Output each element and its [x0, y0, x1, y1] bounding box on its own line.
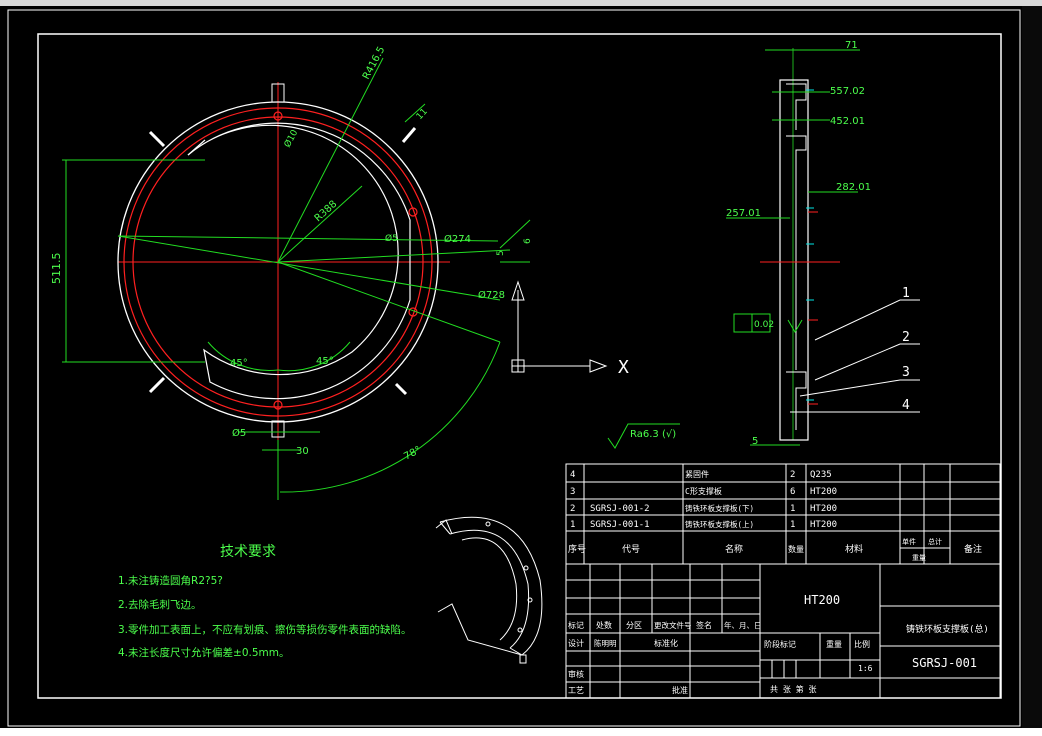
balloon-2: 2 [902, 330, 910, 345]
tb-lbl-date: 年、月、日 [724, 620, 762, 630]
balloon-4: 4 [902, 398, 910, 413]
tb-lbl-mark: 标记 [568, 620, 584, 630]
bom-r2-seq: 2 [570, 504, 575, 514]
side-dim-top: 71 [845, 40, 858, 51]
bom-hdr-remark: 备注 [964, 543, 982, 555]
side-dim-282: 282.01 [836, 182, 871, 193]
dim-bottom-hole: Ø5 [232, 427, 246, 439]
bom-r1-name: 铸铁环板支撑板(上) [685, 519, 754, 529]
bom-r3-name: C形支撑板 [685, 486, 722, 496]
bom-r4-mat: Q235 [810, 470, 832, 480]
dim-45-right: 45° [316, 356, 334, 367]
side-dim-bottom: 5 [752, 436, 758, 447]
tb-lbl-design: 设计 [568, 638, 584, 648]
roughness-text: Ra6.3 (√) [630, 429, 676, 440]
bom-hdr-material: 材料 [845, 543, 863, 555]
bom-r1-seq: 1 [570, 520, 575, 530]
bom-r3-qty: 6 [790, 487, 795, 497]
bom-r3-seq: 3 [570, 487, 575, 497]
bom-r3-mat: HT200 [810, 487, 837, 497]
dim-6: 6 [523, 238, 533, 244]
flatness-tolerance: 0.02 [754, 320, 774, 330]
bom-r2-name: 铸铁环板支撑板(下) [685, 503, 754, 513]
tb-lbl-audit: 审核 [568, 669, 584, 679]
dim-45-left: 45° [230, 358, 248, 369]
balloon-3: 3 [902, 365, 910, 380]
tech-req-2: 2.去除毛刺飞边。 [118, 598, 202, 611]
tech-req-title: 技术要求 [220, 544, 276, 560]
tb-lbl-approve: 批准 [672, 685, 688, 695]
cad-drawing: R416.5 11 Ø10 R388 Ø5 Ø274 5 Ø728 6 511.… [0, 0, 1042, 736]
tb-drawing-no: SGRSJ-001 [912, 656, 977, 670]
tb-lbl-count: 处数 [596, 620, 612, 630]
side-dim-557: 557.02 [830, 86, 865, 97]
bom-hdr-total: 总计 [928, 537, 942, 546]
bom-hdr-unit: 单件 [902, 537, 916, 546]
tech-req-1: 1.未注铸造圆角R2?5? [118, 574, 223, 587]
dim-511: 511.5 [50, 253, 63, 285]
dim-dia-728: Ø728 [478, 289, 505, 301]
bom-r1-code: SGRSJ-001-1 [590, 520, 650, 530]
right-edge [1022, 6, 1042, 736]
tb-lbl-zone: 分区 [626, 621, 642, 630]
bom-r4-seq: 4 [570, 470, 575, 480]
bom-r4-qty: 2 [790, 470, 795, 480]
tb-scale: 1:6 [858, 664, 873, 673]
tb-lbl-stage: 阶段标记 [764, 639, 796, 649]
dim-5: 5 [496, 250, 506, 256]
bom-r4-name: 紧固件 [685, 469, 709, 479]
tb-lbl-sheets: 共 张 第 张 [770, 684, 816, 694]
bom-hdr-seq: 序号 [568, 543, 586, 555]
bom-hdr-code: 代号 [622, 544, 640, 555]
tech-req-3: 3.零件加工表面上，不应有划痕、擦伤等损伤零件表面的缺陷。 [118, 623, 412, 636]
side-dim-257: 257.01 [726, 208, 761, 219]
tb-lbl-designer: 陈明明 [594, 638, 617, 648]
tb-part-name: 铸铁环板支撑板(总) [906, 623, 989, 635]
tb-lbl-change-doc: 更改文件号 [654, 620, 692, 630]
bom-r2-code: SGRSJ-001-2 [590, 504, 650, 514]
tb-lbl-ratio: 比例 [854, 639, 870, 649]
bom-r1-mat: HT200 [810, 520, 837, 530]
dim-dia-small: Ø5 [385, 233, 398, 244]
bom-r1-qty: 1 [790, 520, 795, 530]
bom-r2-qty: 1 [790, 504, 795, 514]
bom-r2-mat: HT200 [810, 504, 837, 514]
dim-bottom-30: 30 [296, 446, 309, 457]
tb-lbl-standard: 标准化 [654, 638, 678, 648]
axis-x-label: X [618, 357, 629, 378]
bottom-scroll[interactable] [0, 728, 1042, 736]
bom-hdr-weight: 重量 [912, 554, 926, 562]
dim-dia-274: Ø274 [444, 233, 471, 245]
tb-lbl-process: 工艺 [568, 686, 584, 695]
tb-material: HT200 [804, 593, 840, 607]
tb-lbl-weight: 重量 [826, 639, 842, 649]
side-dim-452: 452.01 [830, 116, 865, 127]
bom-hdr-qty: 数量 [788, 544, 804, 554]
tech-req-4: 4.未注长度尺寸允许偏差±0.5mm。 [118, 646, 289, 659]
tb-lbl-sign: 签名 [696, 620, 712, 630]
balloon-1: 1 [902, 286, 910, 301]
bom-hdr-name: 名称 [725, 543, 743, 555]
window-top-edge [0, 0, 1042, 6]
